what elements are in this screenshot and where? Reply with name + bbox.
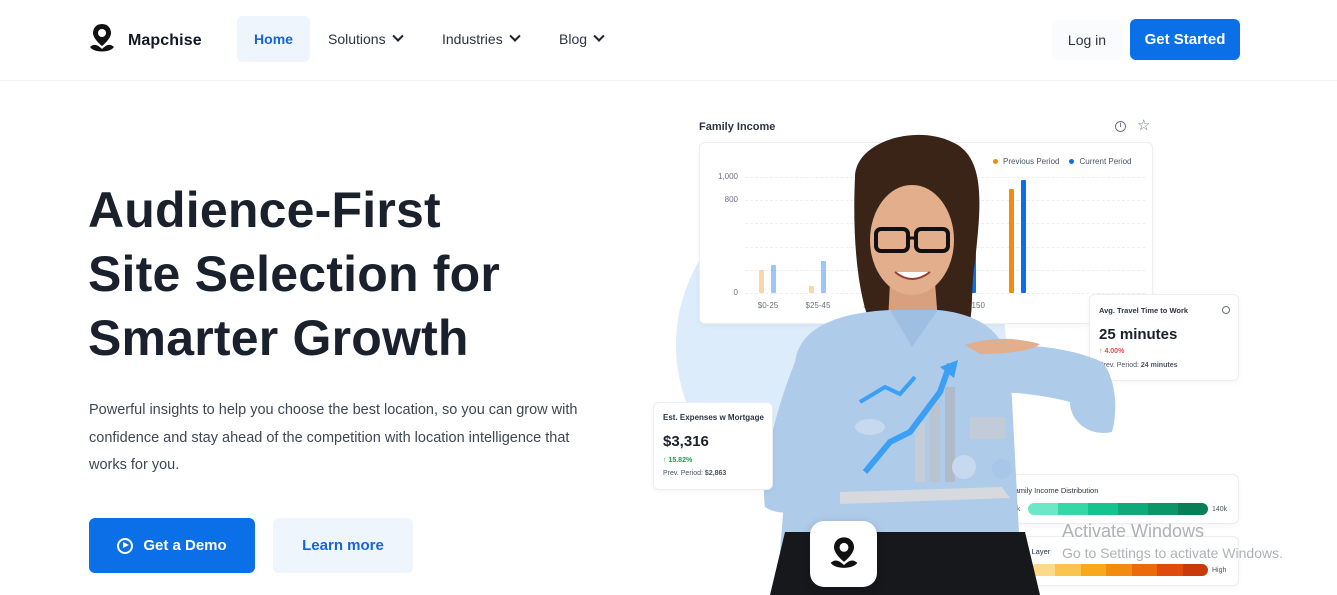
info-icon — [1222, 306, 1230, 314]
expenses-prev: Prev. Period: $2,863 — [663, 470, 726, 477]
expenses-change: ↑ 15.82% — [663, 457, 693, 464]
activation-watermark-sub: Go to Settings to activate Windows. — [1062, 545, 1283, 561]
nav-home[interactable]: Home — [237, 16, 310, 62]
mapchise-app-icon[interactable] — [810, 521, 877, 587]
nav-industries[interactable]: Industries — [424, 16, 537, 62]
hero-title: Audience-First Site Selection for Smarte… — [88, 178, 608, 370]
nav-home-label: Home — [254, 31, 293, 47]
info-icon: i — [1115, 121, 1126, 132]
get-demo-button[interactable]: Get a Demo — [89, 518, 255, 573]
hero-subtitle: Powerful insights to help you choose the… — [89, 402, 578, 473]
get-demo-label: Get a Demo — [143, 537, 227, 554]
hero-title-line: Site Selection for — [88, 246, 501, 302]
brand-logo[interactable]: Mapchise — [88, 22, 202, 56]
top-navbar: Mapchise Home Solutions Industries Blog … — [0, 0, 1337, 81]
prev-value: $2,863 — [704, 470, 727, 477]
expenses-change-value: 15.82% — [668, 457, 693, 464]
nav-blog[interactable]: Blog — [541, 16, 621, 62]
expenses-value: $3,316 — [663, 433, 709, 450]
get-started-button[interactable]: Get Started — [1130, 19, 1240, 60]
traffic-max: High — [1212, 567, 1227, 574]
login-button[interactable]: Log in — [1052, 20, 1122, 60]
distribution-max: 140k — [1212, 506, 1228, 513]
nav-solutions[interactable]: Solutions — [310, 16, 420, 62]
y-tick-label: 1,000 — [717, 172, 738, 181]
chevron-down-icon — [509, 30, 521, 42]
prev-label: Prev. Period: — [663, 470, 703, 477]
chevron-down-icon — [593, 30, 605, 42]
map-pin-icon — [90, 24, 114, 52]
chevron-down-icon — [391, 30, 404, 42]
map-pin-icon — [830, 537, 857, 568]
hero-title-line: Audience-First — [88, 182, 441, 238]
play-circle-icon — [117, 537, 134, 554]
brand-name: Mapchise — [128, 32, 202, 49]
y-tick-label: 800 — [724, 195, 738, 205]
learn-more-button[interactable]: Learn more — [273, 518, 413, 573]
expenses-title: Est. Expenses w Mortgage — [663, 413, 764, 422]
nav-solutions-label: Solutions — [328, 31, 386, 47]
nav-blog-label: Blog — [559, 31, 588, 47]
y-tick-label: 0 — [733, 288, 738, 297]
hero-title-line: Smarter Growth — [88, 310, 469, 366]
nav-industries-label: Industries — [442, 31, 503, 47]
activation-watermark-title: Activate Windows — [1062, 521, 1205, 541]
